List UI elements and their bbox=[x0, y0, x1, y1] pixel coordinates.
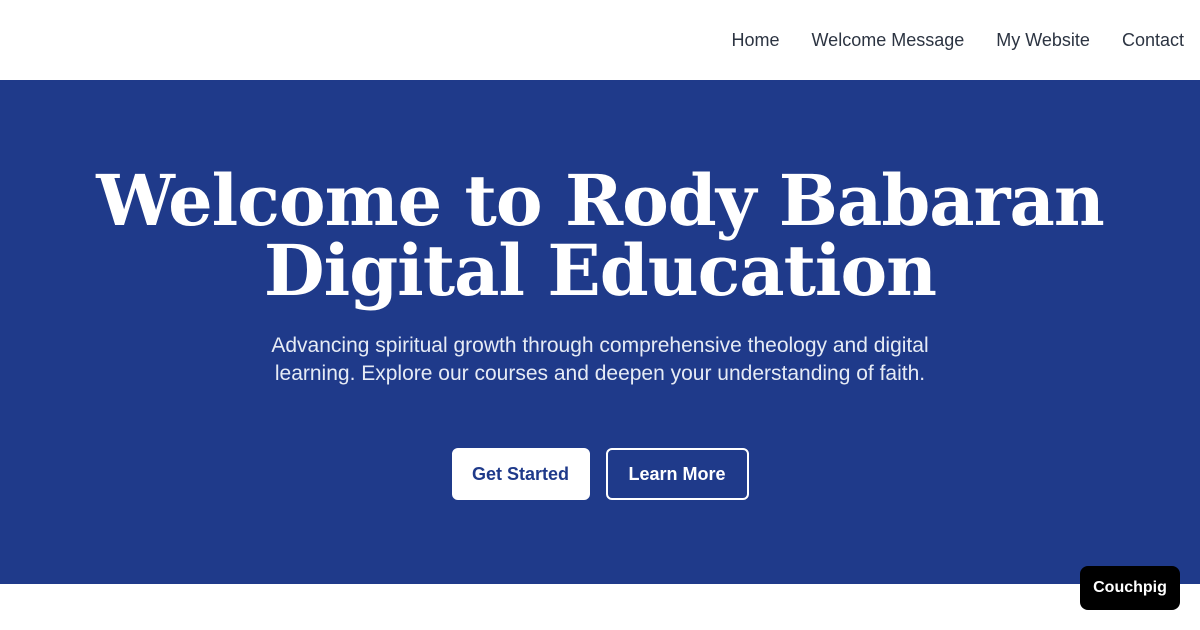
nav-item-my-website[interactable]: My Website bbox=[996, 30, 1090, 51]
hero-title: Welcome to Rody Babaran Digital Educatio… bbox=[0, 166, 1200, 306]
nav-item-contact[interactable]: Contact bbox=[1122, 30, 1184, 51]
nav-item-home[interactable]: Home bbox=[732, 30, 780, 51]
hero-buttons: Get Started Learn More bbox=[0, 448, 1200, 500]
page: Home Welcome Message My Website Contact … bbox=[0, 0, 1200, 630]
get-started-button[interactable]: Get Started bbox=[451, 448, 590, 500]
learn-more-button[interactable]: Learn More bbox=[605, 448, 749, 500]
couchpig-badge[interactable]: Couchpig bbox=[1080, 566, 1180, 610]
hero-subtitle: Advancing spiritual growth through compr… bbox=[271, 334, 929, 385]
hero-title-line-1: Welcome to Rody Babaran bbox=[96, 159, 1105, 242]
main-nav: Home Welcome Message My Website Contact bbox=[732, 0, 1185, 80]
hero-section: Welcome to Rody Babaran Digital Educatio… bbox=[0, 80, 1200, 584]
site-header: Home Welcome Message My Website Contact bbox=[0, 0, 1200, 80]
hero-title-line-2: Digital Education bbox=[263, 229, 937, 312]
nav-item-welcome-message[interactable]: Welcome Message bbox=[812, 30, 965, 51]
